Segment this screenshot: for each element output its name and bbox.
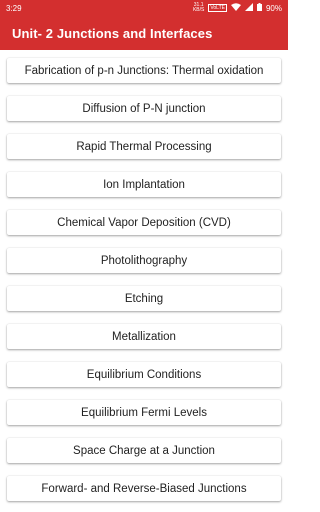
topic-label: Equilibrium Conditions — [86, 368, 202, 381]
topic-item-space-charge[interactable]: Space Charge at a Junction — [7, 438, 281, 463]
topic-label: Photolithography — [100, 254, 188, 267]
network-speed-unit: KB/S — [192, 7, 205, 13]
app-bar: Unit- 2 Junctions and Interfaces — [0, 16, 288, 50]
status-time: 3:29 — [6, 3, 22, 13]
topic-item-ion-implantation[interactable]: Ion Implantation — [7, 172, 281, 197]
topic-label: Equilibrium Fermi Levels — [81, 406, 207, 419]
topic-item-rapid-thermal-processing[interactable]: Rapid Thermal Processing — [7, 134, 281, 159]
topic-label: Ion Implantation — [103, 178, 185, 191]
page-title: Unit- 2 Junctions and Interfaces — [12, 25, 213, 41]
topic-item-thermal-oxidation[interactable]: Fabrication of p-n Junctions: Thermal ox… — [7, 58, 281, 83]
battery-icon — [256, 3, 262, 13]
signal-icon — [244, 3, 253, 13]
status-bar: 3:29 31.1 KB/S VoLTE 90% — [0, 0, 288, 16]
topic-item-metallization[interactable]: Metallization — [7, 324, 281, 349]
topic-label: Metallization — [112, 330, 176, 343]
topic-item-photolithography[interactable]: Photolithography — [7, 248, 281, 273]
volte-icon: VoLTE — [208, 4, 227, 12]
topic-label: Space Charge at a Junction — [73, 444, 215, 457]
topic-item-equilibrium-conditions[interactable]: Equilibrium Conditions — [7, 362, 281, 387]
topic-label: Etching — [124, 292, 164, 305]
network-speed: 31.1 KB/S — [193, 3, 204, 13]
status-icons: 31.1 KB/S VoLTE 90% — [193, 3, 282, 13]
topic-item-diffusion[interactable]: Diffusion of P-N junction — [7, 96, 281, 121]
topic-label: Forward- and Reverse-Biased Junctions — [41, 482, 247, 495]
topic-label: Chemical Vapor Deposition (CVD) — [57, 216, 231, 229]
topic-item-equilibrium-fermi-levels[interactable]: Equilibrium Fermi Levels — [7, 400, 281, 425]
topic-item-biased-junctions[interactable]: Forward- and Reverse-Biased Junctions — [7, 476, 281, 501]
topic-item-cvd[interactable]: Chemical Vapor Deposition (CVD) — [7, 210, 281, 235]
battery-percent: 90% — [265, 3, 282, 13]
topic-item-etching[interactable]: Etching — [7, 286, 281, 311]
topic-label: Fabrication of p-n Junctions: Thermal ox… — [24, 64, 264, 77]
topic-label: Rapid Thermal Processing — [76, 140, 212, 153]
topic-label: Diffusion of P-N junction — [82, 102, 206, 115]
wifi-icon — [230, 3, 241, 13]
